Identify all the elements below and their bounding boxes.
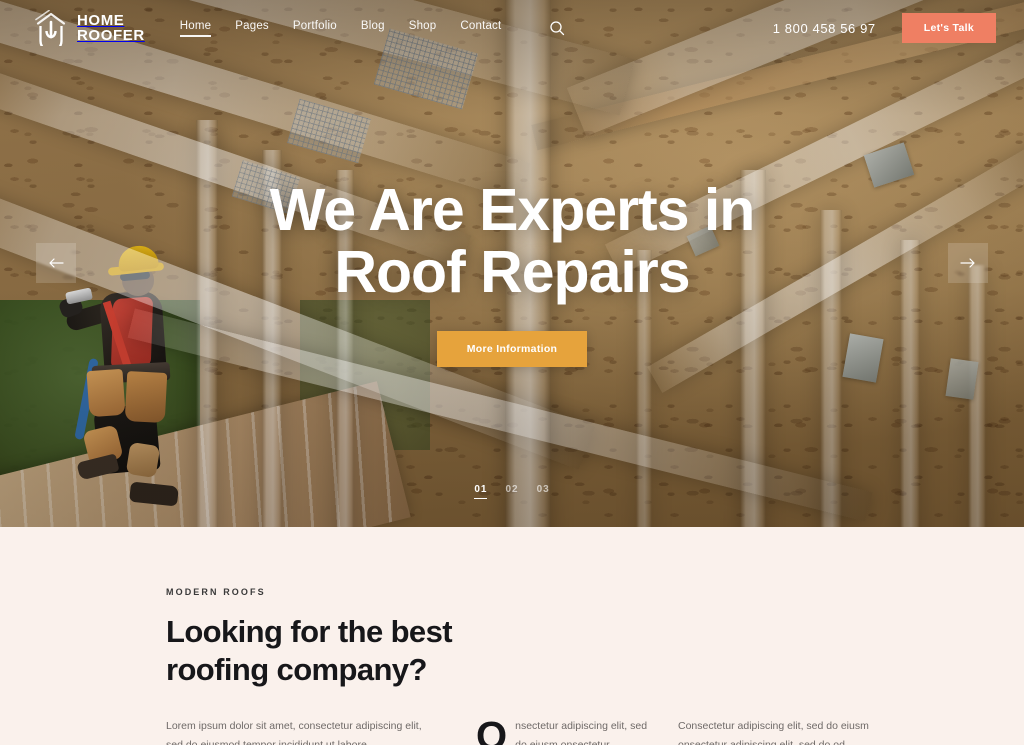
nav-item-blog[interactable]: Blog	[361, 20, 385, 37]
hero-section: HOME ROOFER Home Pages Portfolio Blog Sh…	[0, 0, 1024, 527]
section-eyebrow: MODERN ROOFS	[166, 587, 266, 597]
dropcap-letter: Q	[476, 713, 508, 745]
about-paragraph-3: Consectetur adipiscing elit, sed do eius…	[678, 719, 869, 745]
slider-dot-02[interactable]: 02	[505, 484, 518, 499]
house-roof-icon	[34, 10, 68, 46]
hero-title-line-2: Roof Repairs	[334, 238, 690, 305]
nav-item-portfolio[interactable]: Portfolio	[293, 20, 337, 37]
search-icon[interactable]	[547, 18, 567, 38]
nav-item-shop[interactable]: Shop	[409, 20, 437, 37]
page-title: Looking for the best roofing company?	[166, 613, 506, 689]
logo-text: HOME ROOFER	[77, 13, 145, 43]
about-heading-line-2: roofing company?	[166, 651, 427, 687]
logo[interactable]: HOME ROOFER	[34, 10, 145, 46]
logo-line-2: ROOFER	[77, 27, 145, 44]
logo-line-1: HOME	[77, 12, 125, 29]
hero-content: We Are Experts in Roof Repairs More Info…	[0, 0, 1024, 527]
about-column-1: Lorem ipsum dolor sit amet, consectetur …	[166, 717, 476, 745]
arrow-right-icon	[960, 255, 976, 272]
about-heading-line-1: Looking for the best	[166, 614, 453, 649]
slider-next-button[interactable]	[948, 243, 988, 283]
hero-title-line-1: We Are Experts in	[269, 177, 756, 244]
about-paragraph-1: Lorem ipsum dolor sit amet, consectetur …	[166, 719, 422, 745]
slider-dot-01[interactable]: 01	[474, 484, 488, 499]
nav-item-contact[interactable]: Contact	[460, 20, 501, 37]
phone-number[interactable]: 1 800 458 56 97	[773, 21, 876, 36]
lets-talk-button[interactable]: Let's Talk	[901, 13, 996, 43]
about-column-3: Consectetur adipiscing elit, sed do eius…	[678, 717, 878, 745]
about-column-2: Qnsectetur adipiscing elit, sed do eiusm…	[476, 713, 678, 745]
slider-prev-button[interactable]	[36, 243, 76, 283]
main-navigation: Home Pages Portfolio Blog Shop Contact	[179, 18, 568, 38]
slider-pagination: 01 02 03	[0, 484, 1024, 499]
header-actions: 1 800 458 56 97 Let's Talk	[773, 13, 996, 43]
site-header: HOME ROOFER Home Pages Portfolio Blog Sh…	[0, 0, 1024, 56]
more-information-button[interactable]: More Information	[436, 330, 588, 367]
nav-item-pages[interactable]: Pages	[235, 20, 269, 37]
nav-item-home[interactable]: Home	[179, 20, 212, 37]
hero-title: We Are Experts in Roof Repairs	[269, 177, 756, 305]
arrow-left-icon	[48, 255, 64, 272]
slider-dot-03[interactable]: 03	[537, 484, 550, 499]
about-paragraph-2: Qnsectetur adipiscing elit, sed do eiusm…	[476, 713, 654, 745]
about-section: MODERN ROOFS Looking for the best roofin…	[0, 527, 1024, 745]
about-columns: Lorem ipsum dolor sit amet, consectetur …	[166, 713, 990, 745]
